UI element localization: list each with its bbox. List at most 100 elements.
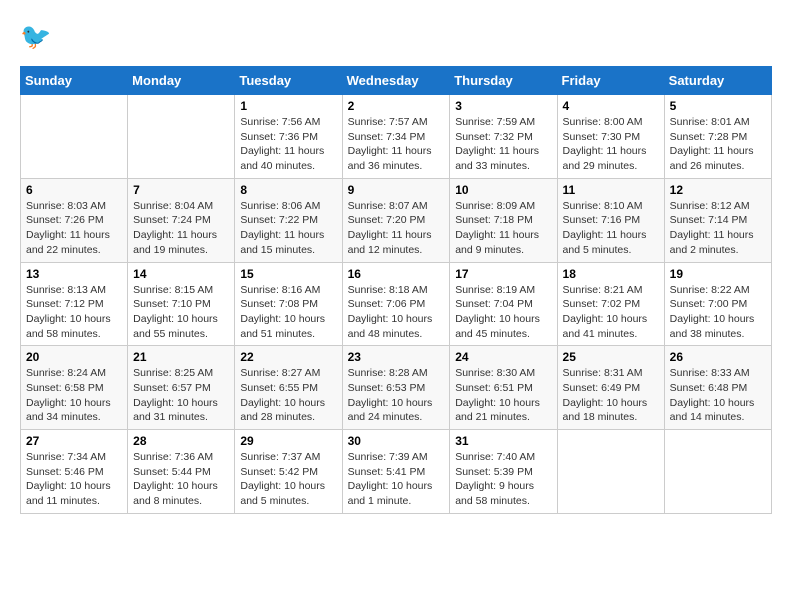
day-number: 22 bbox=[240, 350, 336, 364]
day-info: Sunrise: 8:21 AMSunset: 7:02 PMDaylight:… bbox=[563, 283, 659, 342]
daylight-hours: Daylight: 10 hours and 21 minutes. bbox=[455, 397, 540, 424]
calendar-cell: 25Sunrise: 8:31 AMSunset: 6:49 PMDayligh… bbox=[557, 346, 664, 430]
calendar-cell: 29 Sunrise: 7:37 AM Sunset: 5:42 PM Dayligh… bbox=[235, 430, 342, 514]
day-info: Sunrise: 8:31 AMSunset: 6:49 PMDaylight:… bbox=[563, 366, 659, 425]
calendar-cell: 6Sunrise: 8:03 AMSunset: 7:26 PMDaylight… bbox=[21, 178, 128, 262]
daylight-hours: Daylight: 10 hours and 48 minutes. bbox=[348, 313, 433, 340]
sunset-time: Sunset: 6:51 PM bbox=[455, 382, 533, 394]
day-number: 27 bbox=[26, 434, 122, 448]
day-number: 7 bbox=[133, 183, 229, 197]
sunrise-time: Sunrise: 8:07 AM bbox=[348, 200, 428, 212]
sunrise-time: Sunrise: 8:00 AM bbox=[563, 116, 643, 128]
calendar-cell: 15Sunrise: 8:16 AMSunset: 7:08 PMDayligh… bbox=[235, 262, 342, 346]
day-number: 28 bbox=[133, 434, 229, 448]
sunset-time: Sunset: 7:26 PM bbox=[26, 214, 104, 226]
sunset-time: Sunset: 5:42 PM bbox=[240, 466, 318, 478]
day-info: Sunrise: 8:22 AMSunset: 7:00 PMDaylight:… bbox=[670, 283, 766, 342]
day-number: 8 bbox=[240, 183, 336, 197]
calendar-cell: 11 Sunrise: 8:10 AMSunset: 7:16 PMDayligh… bbox=[557, 178, 664, 262]
sunrise-time: Sunrise: 8:16 AM bbox=[240, 284, 320, 296]
calendar-cell: 31Sunrise: 7:40 AMSunset: 5:39 PMDayligh… bbox=[450, 430, 557, 514]
sunrise-time: Sunrise: 8:10 AM bbox=[563, 200, 643, 212]
daylight-hours: Daylight: 11 hours and 36 minutes. bbox=[348, 145, 432, 172]
calendar-cell: 23Sunrise: 8:28 AMSunset: 6:53 PMDayligh… bbox=[342, 346, 450, 430]
daylight-hours: Daylight: 10 hours and 18 minutes. bbox=[563, 397, 648, 424]
sunset-time: Sunset: 6:58 PM bbox=[26, 382, 104, 394]
calendar-cell: 9Sunrise: 8:07 AMSunset: 7:20 PMDaylight… bbox=[342, 178, 450, 262]
daylight-hours: Daylight: 10 hours and 31 minutes. bbox=[133, 397, 218, 424]
daylight-hours: Daylight: 10 hours and 38 minutes. bbox=[670, 313, 755, 340]
calendar-cell: 1Sunrise: 7:56 AMSunset: 7:36 PMDaylight… bbox=[235, 95, 342, 179]
day-number: 13 bbox=[26, 267, 122, 281]
daylight-hours: Daylight: 11 hours and 22 minutes. bbox=[26, 229, 110, 256]
calendar-week-1: 1Sunrise: 7:56 AMSunset: 7:36 PMDaylight… bbox=[21, 95, 772, 179]
day-number: 11 bbox=[563, 183, 659, 197]
calendar-cell: 19Sunrise: 8:22 AMSunset: 7:00 PMDayligh… bbox=[664, 262, 771, 346]
sunset-time: Sunset: 7:02 PM bbox=[563, 298, 641, 310]
weekday-header-wednesday: Wednesday bbox=[342, 67, 450, 95]
weekday-header-sunday: Sunday bbox=[21, 67, 128, 95]
sunset-time: Sunset: 5:44 PM bbox=[133, 466, 211, 478]
day-number: 17 bbox=[455, 267, 551, 281]
day-info: Sunrise: 8:06 AMSunset: 7:22 PMDaylight:… bbox=[240, 199, 336, 258]
day-number: 4 bbox=[563, 99, 659, 113]
sunrise-time: Sunrise: 7:36 AM bbox=[133, 451, 213, 463]
calendar-week-4: 20Sunrise: 8:24 AMSunset: 6:58 PMDayligh… bbox=[21, 346, 772, 430]
daylight-hours: Daylight: 10 hours and 34 minutes. bbox=[26, 397, 111, 424]
day-info: Sunrise: 7:36 AM Sunset: 5:44 PM Daylight:… bbox=[133, 450, 229, 509]
sunset-time: Sunset: 6:48 PM bbox=[670, 382, 748, 394]
sunrise-time: Sunrise: 8:33 AM bbox=[670, 367, 750, 379]
daylight-hours: Daylight: 10 hours and 8 minutes. bbox=[133, 480, 218, 507]
day-info: Sunrise: 7:59 AMSunset: 7:32 PMDaylight:… bbox=[455, 115, 551, 174]
daylight-hours: Daylight: 10 hours and 55 minutes. bbox=[133, 313, 218, 340]
calendar-table: SundayMondayTuesdayWednesdayThursdayFrid… bbox=[20, 66, 772, 514]
calendar-cell: 16Sunrise: 8:18 AMSunset: 7:06 PMDayligh… bbox=[342, 262, 450, 346]
sunset-time: Sunset: 5:41 PM bbox=[348, 466, 426, 478]
sunrise-time: Sunrise: 8:15 AM bbox=[133, 284, 213, 296]
daylight-hours: Daylight: 11 hours and 40 minutes. bbox=[240, 145, 324, 172]
sunset-time: Sunset: 6:53 PM bbox=[348, 382, 426, 394]
sunrise-time: Sunrise: 8:06 AM bbox=[240, 200, 320, 212]
day-number: 20 bbox=[26, 350, 122, 364]
calendar-week-5: 27 Sunrise: 7:34 AM Sunset: 5:46 PM Dayligh… bbox=[21, 430, 772, 514]
day-info: Sunrise: 7:40 AMSunset: 5:39 PMDaylight:… bbox=[455, 450, 551, 509]
sunset-time: Sunset: 5:39 PM bbox=[455, 466, 533, 478]
sunset-time: Sunset: 7:08 PM bbox=[240, 298, 318, 310]
sunrise-time: Sunrise: 8:03 AM bbox=[26, 200, 106, 212]
calendar-cell: 21Sunrise: 8:25 AMSunset: 6:57 PMDayligh… bbox=[128, 346, 235, 430]
sunset-time: Sunset: 5:46 PM bbox=[26, 466, 104, 478]
daylight-hours: Daylight: 11 hours and 33 minutes. bbox=[455, 145, 539, 172]
sunrise-time: Sunrise: 7:57 AM bbox=[348, 116, 428, 128]
sunset-time: Sunset: 7:28 PM bbox=[670, 131, 748, 143]
calendar-cell: 5Sunrise: 8:01 AMSunset: 7:28 PMDaylight… bbox=[664, 95, 771, 179]
calendar-cell bbox=[21, 95, 128, 179]
day-number: 21 bbox=[133, 350, 229, 364]
sunset-time: Sunset: 7:30 PM bbox=[563, 131, 641, 143]
sunset-time: Sunset: 7:04 PM bbox=[455, 298, 533, 310]
day-number: 14 bbox=[133, 267, 229, 281]
calendar-cell: 2Sunrise: 7:57 AMSunset: 7:34 PMDaylight… bbox=[342, 95, 450, 179]
day-number: 12 bbox=[670, 183, 766, 197]
calendar-header-row: SundayMondayTuesdayWednesdayThursdayFrid… bbox=[21, 67, 772, 95]
daylight-hours: Daylight: 11 hours and 19 minutes. bbox=[133, 229, 217, 256]
day-info: Sunrise: 7:57 AMSunset: 7:34 PMDaylight:… bbox=[348, 115, 445, 174]
sunrise-time: Sunrise: 7:37 AM bbox=[240, 451, 320, 463]
day-info: Sunrise: 8:07 AMSunset: 7:20 PMDaylight:… bbox=[348, 199, 445, 258]
sunrise-time: Sunrise: 8:21 AM bbox=[563, 284, 643, 296]
daylight-hours: Daylight: 10 hours and 11 minutes. bbox=[26, 480, 111, 507]
daylight-hours: Daylight: 11 hours and 9 minutes. bbox=[455, 229, 539, 256]
day-info: Sunrise: 7:37 AM Sunset: 5:42 PM Daylight:… bbox=[240, 450, 336, 509]
daylight-hours: Daylight: 10 hours and 1 minute. bbox=[348, 480, 433, 507]
sunrise-time: Sunrise: 7:34 AM bbox=[26, 451, 106, 463]
sunrise-time: Sunrise: 8:25 AM bbox=[133, 367, 213, 379]
daylight-hours: Daylight: 9 hours and 58 minutes. bbox=[455, 480, 534, 507]
day-number: 29 bbox=[240, 434, 336, 448]
day-info: Sunrise: 8:09 AMSunset: 7:18 PMDaylight:… bbox=[455, 199, 551, 258]
day-number: 23 bbox=[348, 350, 445, 364]
calendar-cell bbox=[664, 430, 771, 514]
daylight-hours: Daylight: 10 hours and 58 minutes. bbox=[26, 313, 111, 340]
day-info: Sunrise: 8:10 AMSunset: 7:16 PMDaylight:… bbox=[563, 199, 659, 258]
sunset-time: Sunset: 7:20 PM bbox=[348, 214, 426, 226]
sunset-time: Sunset: 7:12 PM bbox=[26, 298, 104, 310]
daylight-hours: Daylight: 10 hours and 5 minutes. bbox=[240, 480, 325, 507]
